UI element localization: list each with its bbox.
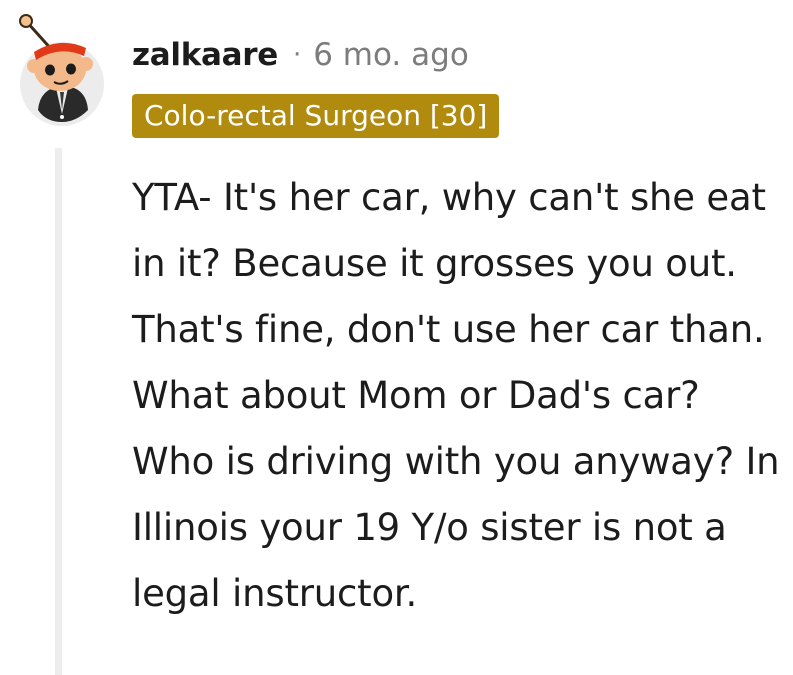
comment-timestamp[interactable]: 6 mo. ago <box>313 37 469 73</box>
user-flair-badge: Colo-rectal Surgeon [30] <box>132 94 500 138</box>
thread-collapse-line[interactable] <box>55 148 62 675</box>
comment-body: YTA- It's her car, why can't she eat in … <box>132 176 780 615</box>
meta-separator: · <box>292 40 302 70</box>
username-link[interactable]: zalkaare <box>132 37 278 73</box>
user-avatar-icon[interactable] <box>16 14 106 126</box>
comment-header: zalkaare · 6 mo. ago <box>132 32 469 78</box>
